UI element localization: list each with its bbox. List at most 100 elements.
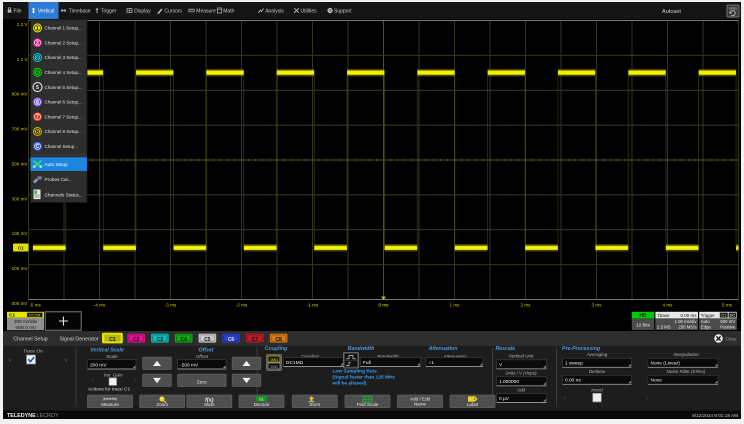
svg-text:Vertical Scale: Vertical Scale bbox=[90, 348, 124, 354]
svg-text:500 mV: 500 mV bbox=[12, 161, 29, 166]
svg-text:-3 ms: -3 ms bbox=[165, 303, 177, 308]
svg-text:Undo: Undo bbox=[729, 7, 737, 11]
svg-text:3 ms: 3 ms bbox=[592, 303, 603, 308]
svg-text:Close: Close bbox=[726, 337, 738, 342]
svg-text:4 ms: 4 ms bbox=[663, 303, 674, 308]
svg-text:Offset: Offset bbox=[196, 354, 209, 359]
svg-text:HD: HD bbox=[639, 313, 647, 319]
svg-text:Vertical: Vertical bbox=[38, 8, 54, 14]
svg-text:Signal Generator: Signal Generator bbox=[59, 337, 98, 343]
svg-text:1: 1 bbox=[36, 26, 39, 32]
svg-text:‹: ‹ bbox=[9, 358, 11, 364]
svg-text:-5 ms: -5 ms bbox=[29, 303, 41, 308]
svg-text:DC1MΩ: DC1MΩ bbox=[286, 360, 304, 366]
svg-text:Timebase: Timebase bbox=[69, 8, 91, 14]
svg-text:300 mV: 300 mV bbox=[12, 196, 29, 201]
svg-text:Var. Gain: Var. Gain bbox=[103, 373, 123, 378]
svg-text:7: 7 bbox=[36, 115, 39, 121]
svg-text:1.3 V: 1.3 V bbox=[17, 22, 29, 27]
svg-text:C: C bbox=[36, 144, 40, 150]
svg-text:Channel 1 Setup...: Channel 1 Setup... bbox=[45, 26, 82, 31]
svg-text:File: File bbox=[14, 8, 22, 14]
svg-text:2: 2 bbox=[36, 41, 39, 47]
svg-text:5 ms: 5 ms bbox=[722, 303, 733, 308]
svg-text:700 mV: 700 mV bbox=[12, 127, 29, 132]
svg-text:Support: Support bbox=[334, 8, 352, 14]
svg-text:9/12/2024 9:01:18 AM: 9/12/2024 9:01:18 AM bbox=[692, 413, 738, 418]
svg-text:Coupling: Coupling bbox=[265, 346, 288, 352]
svg-text:200 mV: 200 mV bbox=[90, 362, 107, 368]
svg-text:C2: C2 bbox=[133, 337, 140, 343]
svg-text:-500.0 mV: -500.0 mV bbox=[15, 325, 37, 330]
svg-text:Interpolation: Interpolation bbox=[673, 352, 699, 357]
svg-text:Store: Store bbox=[309, 402, 320, 407]
svg-text:1.000000: 1.000000 bbox=[499, 379, 519, 385]
svg-text:Display: Display bbox=[134, 8, 151, 14]
svg-text:Utilities: Utilities bbox=[301, 8, 318, 14]
svg-text:Edge: Edge bbox=[701, 325, 712, 330]
svg-text:Trigger: Trigger bbox=[101, 8, 117, 14]
svg-text:Channel 7 Setup...: Channel 7 Setup... bbox=[45, 114, 82, 119]
svg-text:Trigger: Trigger bbox=[701, 313, 716, 318]
svg-text:Math: Math bbox=[223, 8, 234, 14]
svg-text:C3: C3 bbox=[157, 337, 164, 343]
svg-text:TELEDYNE: TELEDYNE bbox=[7, 413, 36, 419]
svg-text:Analysis: Analysis bbox=[265, 8, 284, 14]
svg-text:-1 ms: -1 ms bbox=[307, 303, 319, 308]
svg-text:Deskew: Deskew bbox=[589, 369, 606, 374]
svg-text:500 mV: 500 mV bbox=[720, 319, 735, 324]
svg-text:C8: C8 bbox=[275, 337, 282, 343]
svg-text:DC: DC bbox=[730, 313, 736, 318]
svg-text:0.00 ns: 0.00 ns bbox=[565, 378, 581, 384]
svg-text:C1: C1 bbox=[109, 337, 116, 343]
svg-text:Autoset: Autoset bbox=[662, 9, 681, 15]
svg-text:will be aliased): will be aliased) bbox=[332, 381, 367, 387]
svg-text:01: 01 bbox=[259, 396, 264, 401]
svg-text:None: None bbox=[651, 378, 663, 384]
svg-text:1.00 ms/div: 1.00 ms/div bbox=[675, 319, 698, 324]
svg-text:0.00 ms: 0.00 ms bbox=[680, 313, 697, 318]
svg-text:Channel 3 Setup...: Channel 3 Setup... bbox=[45, 55, 82, 60]
svg-text:Channel 2 Setup...: Channel 2 Setup... bbox=[45, 40, 82, 45]
svg-text:8: 8 bbox=[36, 129, 39, 135]
svg-text:0 µV: 0 µV bbox=[499, 396, 510, 402]
svg-text:Channel 8 Setup...: Channel 8 Setup... bbox=[45, 129, 82, 134]
svg-text:250 MS/s: 250 MS/s bbox=[678, 325, 696, 330]
svg-text:0 ms: 0 ms bbox=[379, 303, 390, 308]
svg-text:1MΩ: 1MΩ bbox=[270, 358, 278, 362]
svg-text:-2 ms: -2 ms bbox=[236, 303, 248, 308]
svg-text:Attenuation: Attenuation bbox=[428, 346, 458, 352]
svg-text:Rescale: Rescale bbox=[496, 346, 516, 352]
svg-text:Vertical Unit: Vertical Unit bbox=[509, 354, 534, 359]
svg-text:C5: C5 bbox=[204, 337, 211, 343]
svg-text:Label: Label bbox=[467, 402, 478, 407]
svg-text:Low Sampling Rate: Low Sampling Rate bbox=[333, 369, 378, 375]
svg-text:Offset: Offset bbox=[199, 348, 214, 354]
svg-text:Cursors: Cursors bbox=[164, 8, 182, 14]
svg-text:-500 mV: -500 mV bbox=[180, 362, 199, 368]
svg-text:Trace On: Trace On bbox=[23, 349, 43, 355]
svg-text:-4 ms: -4 ms bbox=[94, 303, 106, 308]
svg-text:2.5 MS: 2.5 MS bbox=[657, 325, 671, 330]
svg-text:(Signal faster than 125 MHz: (Signal faster than 125 MHz bbox=[333, 375, 396, 381]
svg-text:Full: Full bbox=[363, 360, 371, 366]
svg-text:Add / Edit: Add / Edit bbox=[410, 396, 431, 401]
svg-text:900 mV: 900 mV bbox=[12, 92, 29, 97]
svg-text:200 mV/div: 200 mV/div bbox=[14, 319, 38, 324]
svg-text:6: 6 bbox=[36, 100, 39, 106]
svg-text:C7: C7 bbox=[252, 337, 259, 343]
svg-text:-100 mV: -100 mV bbox=[10, 266, 28, 271]
svg-text:Measure: Measure bbox=[196, 8, 216, 14]
svg-text:Scale: Scale bbox=[106, 354, 118, 359]
svg-text:Auto: Auto bbox=[701, 319, 710, 324]
svg-text:1 ms: 1 ms bbox=[450, 303, 461, 308]
svg-text:Channels Status...: Channels Status... bbox=[45, 193, 83, 198]
svg-text:Probes Cal...: Probes Cal... bbox=[45, 177, 72, 182]
svg-text:Averaging: Averaging bbox=[586, 352, 608, 357]
svg-text:Find Scale: Find Scale bbox=[357, 402, 379, 407]
svg-text:DC1M: DC1M bbox=[29, 312, 40, 317]
svg-text:Math: Math bbox=[204, 402, 215, 407]
svg-text:3: 3 bbox=[36, 55, 39, 61]
svg-text:50Ω: 50Ω bbox=[270, 365, 277, 369]
svg-text:Units / V (slope): Units / V (slope) bbox=[505, 371, 537, 376]
